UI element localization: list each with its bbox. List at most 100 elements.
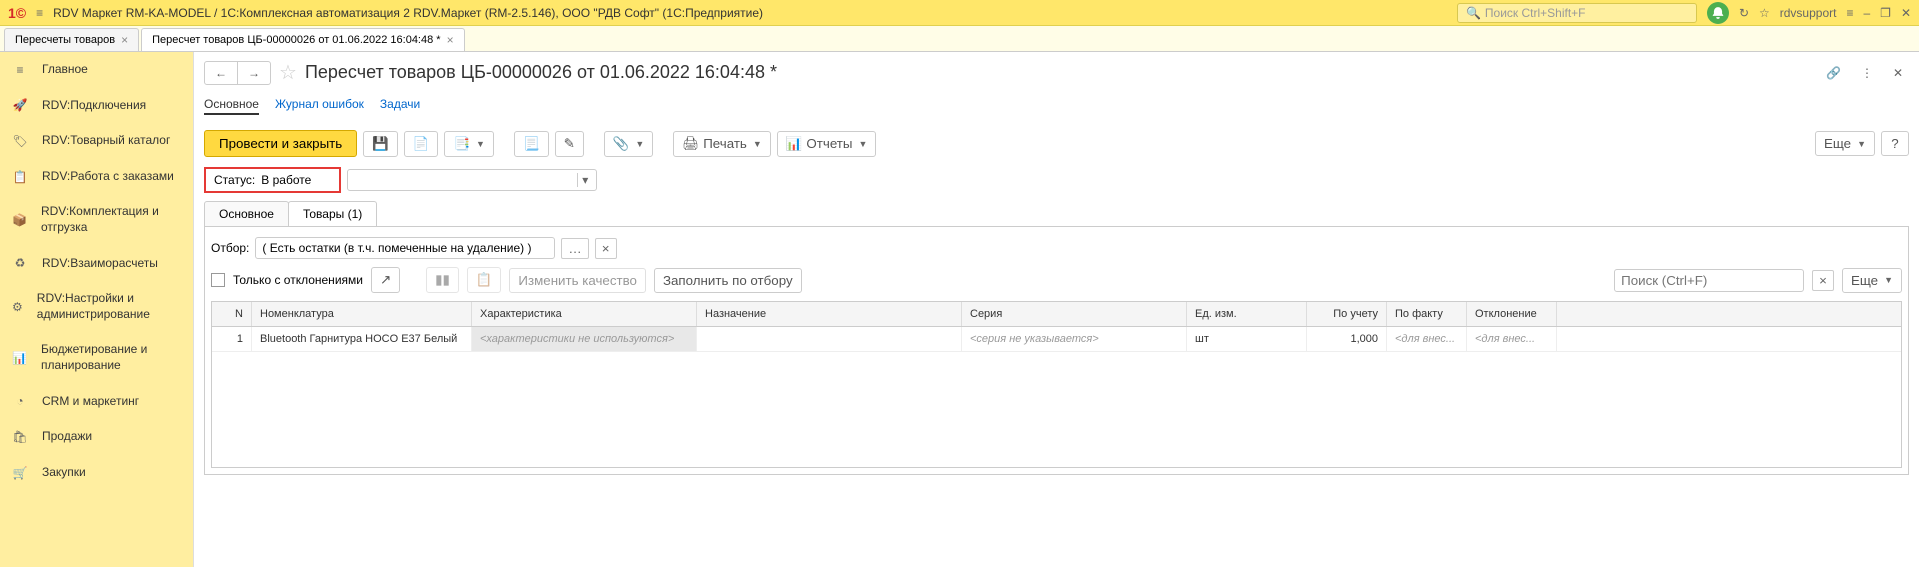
print-button[interactable]: 🖨 Печать▼	[673, 131, 771, 157]
save-button[interactable]: 💾	[363, 131, 398, 157]
col-purpose[interactable]: Назначение	[697, 302, 962, 326]
star-icon[interactable]: ☆	[1759, 6, 1770, 20]
back-button[interactable]: ←	[205, 62, 238, 84]
more-button[interactable]: Еще▼	[1815, 131, 1875, 156]
sidebar-item-connect[interactable]: 🚀RDV:Подключения	[0, 88, 193, 124]
refresh-icon: ♻	[12, 256, 28, 270]
edit-icon-button[interactable]: ✎	[555, 131, 584, 157]
sidebar-item-budget[interactable]: 📊Бюджетирование и планирование	[0, 332, 193, 383]
filter-input[interactable]: ( Есть остатки (в т.ч. помеченные на уда…	[255, 237, 555, 259]
only-deviations-label: Только с отклонениями	[233, 273, 363, 287]
global-search[interactable]: 🔍 Поиск Ctrl+Shift+F	[1457, 3, 1697, 23]
col-characteristic[interactable]: Характеристика	[472, 302, 697, 326]
help-button[interactable]: ?	[1881, 131, 1909, 156]
col-unit[interactable]: Ед. изм.	[1187, 302, 1307, 326]
table-search-input[interactable]	[1614, 269, 1804, 292]
cell-n[interactable]: 1	[212, 327, 252, 351]
col-nomenclature[interactable]: Номенклатура	[252, 302, 472, 326]
col-fact[interactable]: По факту	[1387, 302, 1467, 326]
search-clear-button[interactable]: ×	[1812, 270, 1834, 291]
subtab-errors[interactable]: Журнал ошибок	[275, 95, 364, 115]
box-icon: 📦	[12, 213, 27, 227]
logo-1c: 1©	[8, 5, 26, 21]
cell-unit[interactable]: шт	[1187, 327, 1307, 351]
tab-label: Пересчет товаров ЦБ-00000026 от 01.06.20…	[152, 34, 440, 46]
minimize-icon[interactable]: –	[1863, 6, 1870, 20]
sidebar-item-sales[interactable]: 🛍Продажи	[0, 419, 193, 455]
table-more-button[interactable]: Еще▼	[1842, 268, 1902, 293]
sidebar-item-orders[interactable]: 📋RDV:Работа с заказами	[0, 159, 193, 195]
tab-list[interactable]: Пересчеты товаров ×	[4, 28, 139, 51]
table-row[interactable]: 1 Bluetooth Гарнитура HOCO E37 Белый <ха…	[212, 327, 1901, 352]
pie-icon: ◔	[12, 394, 28, 408]
cell-characteristic[interactable]: <характеристики не используются>	[472, 327, 697, 351]
subtab-tasks[interactable]: Задачи	[380, 95, 420, 115]
status-field[interactable]	[261, 173, 331, 187]
col-deviation[interactable]: Отклонение	[1467, 302, 1557, 326]
col-series[interactable]: Серия	[962, 302, 1187, 326]
goods-table: N Номенклатура Характеристика Назначение…	[211, 301, 1902, 468]
tab-label: Пересчеты товаров	[15, 34, 115, 46]
tab-close-icon[interactable]: ×	[447, 33, 454, 47]
sidebar-item-catalog[interactable]: 🏷RDV:Товарный каталог	[0, 123, 193, 159]
reports-button[interactable]: 📊 Отчеты▼	[777, 131, 877, 157]
menu-icon[interactable]: ⋮	[1855, 62, 1879, 84]
search-placeholder: Поиск Ctrl+Shift+F	[1485, 6, 1586, 20]
link-icon[interactable]: 🔗	[1820, 62, 1847, 84]
cell-fact[interactable]: <для внес...	[1387, 327, 1467, 351]
change-quality-button[interactable]: Изменить качество	[509, 268, 646, 293]
sidebar-item-shipping[interactable]: 📦RDV:Комплектация и отгрузка	[0, 194, 193, 245]
table-header: N Номенклатура Характеристика Назначение…	[212, 302, 1901, 327]
hamburger-icon[interactable]: ≡	[36, 6, 43, 20]
favorite-button[interactable]: ☆	[279, 60, 297, 85]
status-highlight: Статус:	[204, 167, 341, 193]
filter-label: Отбор:	[211, 241, 249, 255]
only-deviations-checkbox[interactable]	[211, 273, 225, 287]
sidebar-item-purchase[interactable]: 🛒Закупки	[0, 455, 193, 491]
filter-ellipsis-button[interactable]: …	[561, 238, 588, 259]
notifications-icon[interactable]	[1707, 2, 1729, 24]
rocket-icon: 🚀	[12, 98, 28, 112]
inner-tab-goods[interactable]: Товары (1)	[288, 201, 377, 226]
maximize-icon[interactable]: ❐	[1880, 6, 1891, 20]
subtabs: Основное Журнал ошибок Задачи	[204, 93, 1909, 122]
cell-purpose[interactable]	[697, 327, 962, 351]
inner-tab-main[interactable]: Основное	[204, 201, 289, 226]
post-button[interactable]: 📄	[404, 131, 439, 157]
tab-close-icon[interactable]: ×	[121, 33, 128, 47]
sidebar-item-crm[interactable]: ◔CRM и маркетинг	[0, 384, 193, 420]
post-and-close-button[interactable]: Провести и закрыть	[204, 130, 357, 157]
subtab-main[interactable]: Основное	[204, 95, 259, 115]
share-button[interactable]: ↗	[371, 267, 400, 293]
col-n[interactable]: N	[212, 302, 252, 326]
sliders-icon: ⚙	[12, 300, 23, 314]
chevron-down-icon[interactable]: ▾	[577, 173, 592, 187]
user-label[interactable]: rdvsupport	[1780, 6, 1837, 20]
sidebar-item-payments[interactable]: ♻RDV:Взаиморасчеты	[0, 246, 193, 282]
copy-button[interactable]: 📋	[467, 267, 502, 293]
attach-button[interactable]: 📎▼	[604, 131, 654, 157]
close-doc-icon[interactable]: ✕	[1887, 62, 1909, 84]
tab-document[interactable]: Пересчет товаров ЦБ-00000026 от 01.06.20…	[141, 28, 465, 51]
cell-series[interactable]: <серия не указывается>	[962, 327, 1187, 351]
create-based-button[interactable]: 📑▼	[444, 131, 494, 157]
content: ← → ☆ Пересчет товаров ЦБ-00000026 от 01…	[194, 52, 1919, 567]
cell-accounting[interactable]: 1,000	[1307, 327, 1387, 351]
inner-tabs: Основное Товары (1)	[204, 201, 1909, 226]
col-accounting[interactable]: По учету	[1307, 302, 1387, 326]
history-icon[interactable]: ↻	[1739, 6, 1749, 20]
settings-icon[interactable]: ≡	[1846, 6, 1853, 20]
cell-deviation[interactable]: <для внес...	[1467, 327, 1557, 351]
sidebar-item-settings[interactable]: ⚙RDV:Настройки и администрирование	[0, 281, 193, 332]
clipboard-icon: 📋	[12, 170, 28, 184]
doc-icon-button[interactable]: 📃	[514, 131, 549, 157]
nav-buttons: ← →	[204, 61, 271, 85]
barcode-button[interactable]: ▮▮	[426, 267, 459, 293]
sidebar-item-main[interactable]: ≡Главное	[0, 52, 193, 88]
fill-by-filter-button[interactable]: Заполнить по отбору	[654, 268, 802, 293]
cell-nomenclature[interactable]: Bluetooth Гарнитура HOCO E37 Белый	[252, 327, 472, 351]
status-combo[interactable]: ▾	[347, 169, 597, 191]
close-icon[interactable]: ✕	[1901, 6, 1911, 20]
filter-clear-button[interactable]: ×	[595, 238, 617, 259]
forward-button[interactable]: →	[238, 62, 270, 84]
